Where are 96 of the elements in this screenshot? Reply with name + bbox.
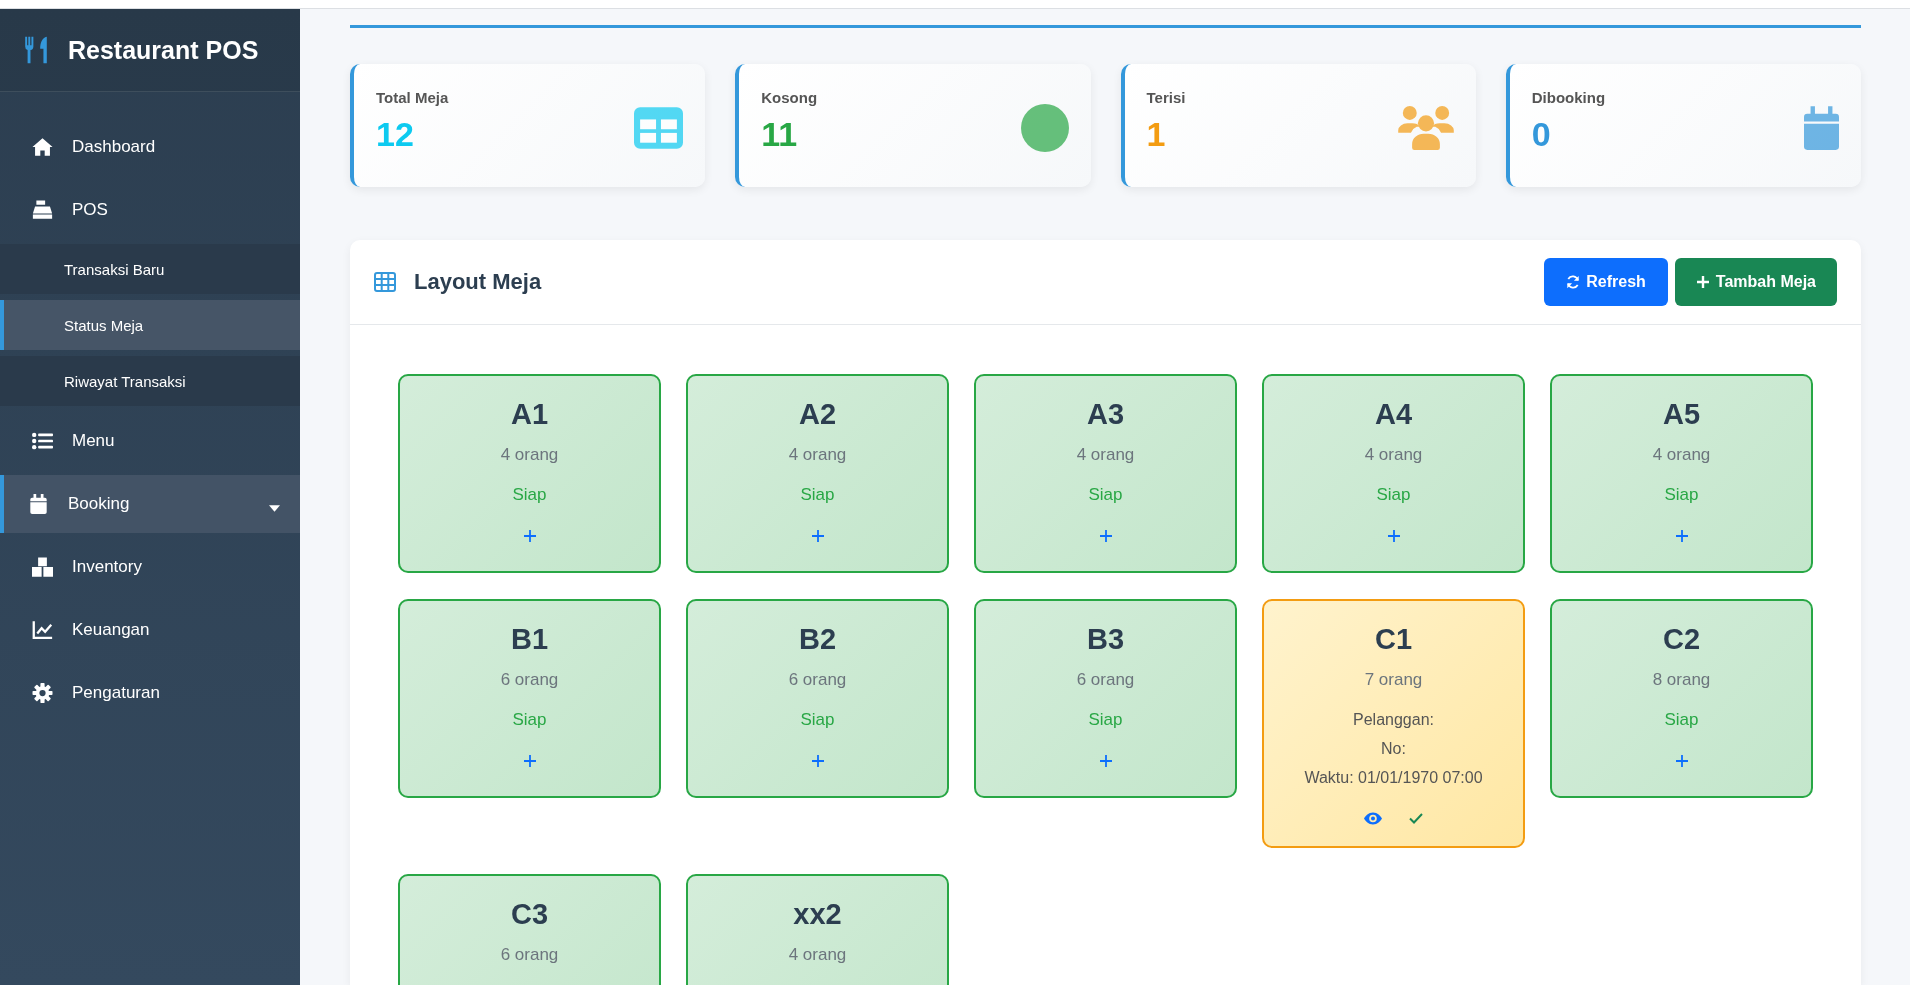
add-order-button[interactable] [522,754,537,768]
table-capacity: 4 orang [1364,444,1423,466]
add-table-button[interactable]: Tambah Meja [1674,258,1837,306]
submenu-item[interactable]: Transaksi Baru [0,244,300,294]
cash-register-icon [32,200,53,220]
plus-icon [1386,529,1401,543]
add-order-button[interactable] [1674,754,1689,768]
table-name: B3 [1086,622,1125,656]
caret-down-icon [269,505,280,512]
submenu-item[interactable]: Status Meja [0,300,300,350]
sidebar-item[interactable]: Keuangan [0,601,300,659]
table-status: Siap [1664,709,1699,731]
sidebar-item[interactable]: Booking [0,475,300,533]
table-capacity: 4 orang [1652,444,1711,466]
utensils-icon [24,35,48,65]
refresh-button[interactable]: Refresh [1544,258,1668,306]
table-name: C3 [510,897,549,931]
table-name: B2 [798,622,837,656]
add-order-button[interactable] [810,754,825,768]
plus-icon [1098,529,1113,543]
sidebar-item[interactable]: POS [0,181,300,239]
table-status: Siap [800,709,835,731]
table-name: A5 [1662,397,1701,431]
add-order-button[interactable] [1098,529,1113,543]
table-status: Siap [512,709,547,731]
line-chart-icon [32,620,53,640]
customer-detail: Pelanggan: [1353,710,1434,730]
users-icon [1397,105,1454,150]
stat-label: Dibooking [1531,89,1606,107]
sidebar-item[interactable]: Pengaturan [0,664,300,722]
table-name: C1 [1374,622,1413,656]
eye-icon [1364,812,1382,825]
table-capacity: 7 orang [1364,669,1423,691]
table-status: Siap [1088,484,1123,506]
home-icon [32,137,53,157]
table-name: B1 [510,622,549,656]
calendar-icon [28,494,49,514]
boxes-icon [32,557,53,577]
plus-icon [810,529,825,543]
table-name: C2 [1662,622,1701,656]
settings-icon [32,683,53,703]
table-capacity: 6 orang [500,669,559,691]
stat-label: Total Meja [376,89,449,107]
plus-icon [1674,529,1689,543]
brand-title: Restaurant POS [68,35,259,65]
customer-detail: Waktu: 01/01/1970 07:00 [1304,768,1483,788]
stat-value: 1 [1146,116,1167,154]
stat-label: Kosong [761,89,818,107]
table-capacity: 8 orang [1652,669,1711,691]
plus-icon [1695,275,1710,289]
sidebar-item[interactable]: Inventory [0,538,300,596]
table-name: A3 [1086,397,1125,431]
table-capacity: 6 orang [1076,669,1135,691]
table-capacity: 4 orang [788,444,847,466]
plus-icon [1098,754,1113,768]
stat-value: 0 [1531,116,1552,154]
table-status: Siap [1376,484,1411,506]
plus-icon [522,754,537,768]
table-status: Siap [512,484,547,506]
view-button[interactable] [1364,812,1382,825]
table-name: A2 [798,397,837,431]
stat-value: 11 [761,116,799,154]
table-capacity: 4 orang [500,444,559,466]
panel-title: Layout Meja [414,269,542,295]
plus-icon [1674,754,1689,768]
check-icon [1409,813,1423,824]
table-capacity: 6 orang [500,944,559,966]
sidebar-item[interactable]: Dashboard [0,118,300,176]
customer-detail: No: [1381,739,1406,759]
table-status: Siap [1664,484,1699,506]
sync-icon [1566,275,1581,289]
table-grid-icon [634,106,684,149]
submenu-item[interactable]: Riwayat Transaksi [0,356,300,406]
add-order-button[interactable] [522,529,537,543]
confirm-button[interactable] [1409,812,1423,825]
grid-icon [374,272,396,292]
add-order-button[interactable] [1386,529,1401,543]
stat-value: 12 [376,116,415,154]
table-status: Siap [800,484,835,506]
table-capacity: 4 orang [788,944,847,966]
table-capacity: 6 orang [788,669,847,691]
table-capacity: 4 orang [1076,444,1135,466]
sidebar-item[interactable]: Menu [0,412,300,470]
circle-icon [1020,103,1069,152]
table-status: Siap [1088,709,1123,731]
plus-icon [522,529,537,543]
calendar-icon [1804,105,1839,150]
add-order-button[interactable] [1098,754,1113,768]
table-name: A1 [510,397,549,431]
table-name: A4 [1374,397,1413,431]
table-name: xx2 [793,897,842,931]
list-icon [32,431,53,451]
stat-label: Terisi [1146,89,1186,107]
add-order-button[interactable] [1674,529,1689,543]
plus-icon [810,754,825,768]
add-order-button[interactable] [810,529,825,543]
